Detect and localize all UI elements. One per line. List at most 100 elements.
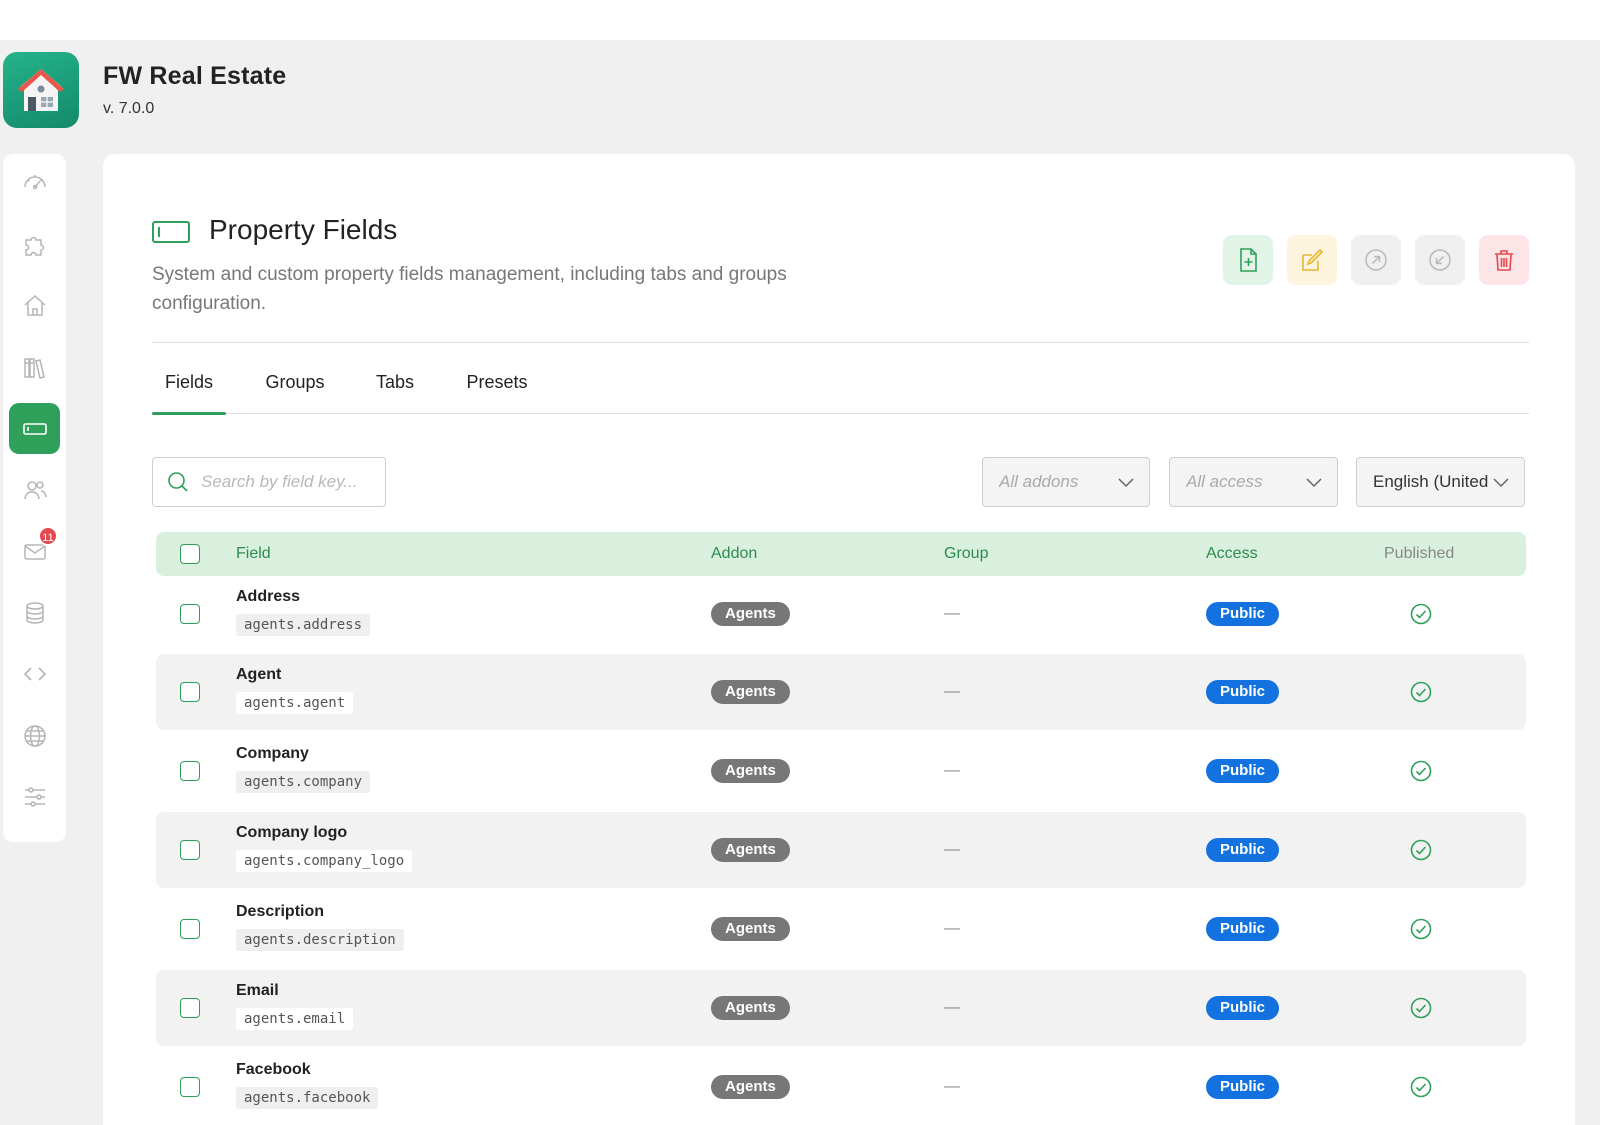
add-field-button[interactable] [1223, 235, 1273, 285]
table-row[interactable]: Address agents.address Agents — Public [156, 576, 1526, 652]
group-value: — [944, 1078, 960, 1095]
edit-icon [1302, 248, 1324, 271]
tab-fields[interactable]: Fields [152, 364, 226, 415]
sidebar-item-languages[interactable] [9, 710, 60, 761]
access-badge: Public [1206, 680, 1280, 704]
field-input-icon [152, 221, 190, 243]
tab-groups[interactable]: Groups [256, 364, 334, 414]
group-value: — [944, 999, 960, 1016]
sliders-icon [24, 786, 45, 807]
table-row[interactable]: Facebook agents.facebook Agents — Public [156, 1049, 1526, 1125]
addon-badge: Agents [711, 1075, 790, 1099]
sidebar-item-agents[interactable] [9, 464, 60, 515]
published-check-icon[interactable] [1410, 1076, 1432, 1098]
row-checkbox[interactable] [180, 682, 200, 702]
users-icon [23, 480, 47, 499]
tab-tabs[interactable]: Tabs [366, 364, 424, 414]
globe-icon [23, 724, 46, 747]
search-icon [168, 472, 188, 492]
column-header-addon[interactable]: Addon [711, 532, 757, 576]
row-checkbox[interactable] [180, 840, 200, 860]
import-button[interactable] [1415, 235, 1465, 285]
group-value: — [944, 762, 960, 779]
search-box [152, 457, 386, 507]
home-icon [23, 294, 46, 316]
sidebar-item-fields[interactable] [9, 403, 60, 454]
field-name[interactable]: Email [236, 982, 279, 1000]
select-all-checkbox[interactable] [180, 544, 200, 564]
search-input[interactable] [201, 472, 381, 492]
field-name[interactable]: Facebook [236, 1061, 311, 1079]
column-header-field[interactable]: Field [236, 532, 271, 576]
field-name[interactable]: Agent [236, 666, 281, 684]
row-checkbox[interactable] [180, 761, 200, 781]
access-badge: Public [1206, 917, 1280, 941]
delete-button[interactable] [1479, 235, 1529, 285]
published-check-icon[interactable] [1410, 839, 1432, 861]
export-button[interactable] [1351, 235, 1401, 285]
column-header-group[interactable]: Group [944, 532, 988, 576]
published-check-icon[interactable] [1410, 918, 1432, 940]
language-select[interactable]: English (United States) [1356, 457, 1525, 507]
table-row[interactable]: Company logo agents.company_logo Agents … [156, 812, 1526, 888]
access-badge: Public [1206, 838, 1280, 862]
addon-filter-select[interactable]: All addons [982, 457, 1150, 507]
export-arrow-icon [1365, 249, 1387, 271]
database-icon [25, 601, 44, 624]
tab-presets[interactable]: Presets [460, 364, 534, 414]
sidebar-item-library[interactable] [9, 342, 60, 393]
addon-badge: Agents [711, 917, 790, 941]
published-check-icon[interactable] [1410, 997, 1432, 1019]
access-filter-select[interactable]: All access [1169, 457, 1338, 507]
field-key: agents.facebook [236, 1087, 379, 1109]
sidebar-item-dashboard[interactable] [9, 156, 60, 207]
table-row[interactable]: Description agents.description Agents — … [156, 891, 1526, 967]
row-checkbox[interactable] [180, 604, 200, 624]
column-header-access[interactable]: Access [1206, 532, 1258, 576]
sidebar-item-addons[interactable] [9, 219, 60, 270]
app-title: FW Real Estate [103, 62, 287, 90]
edit-button[interactable] [1287, 235, 1337, 285]
column-header-published[interactable]: Published [1384, 532, 1454, 576]
chevron-down-icon [1306, 478, 1322, 488]
sidebar-item-messages[interactable]: 11 [9, 526, 60, 577]
field-name[interactable]: Company [236, 745, 309, 763]
addon-filter-value: All addons [999, 472, 1079, 491]
field-name[interactable]: Address [236, 588, 300, 606]
sidebar-item-code[interactable] [9, 648, 60, 699]
header-divider [152, 342, 1529, 343]
table-row[interactable]: Email agents.email Agents — Public [156, 970, 1526, 1046]
field-key: agents.email [236, 1008, 354, 1030]
toolbar-actions [1223, 235, 1529, 285]
row-checkbox[interactable] [180, 998, 200, 1018]
row-checkbox[interactable] [180, 1077, 200, 1097]
table-row[interactable]: Company agents.company Agents — Public [156, 733, 1526, 809]
file-add-icon [1240, 248, 1257, 272]
published-check-icon[interactable] [1410, 760, 1432, 782]
field-key: agents.company_logo [236, 850, 413, 872]
addon-badge: Agents [711, 838, 790, 862]
sidebar-item-properties[interactable] [9, 280, 60, 331]
library-icon [23, 357, 45, 379]
chevron-down-icon [1118, 478, 1134, 488]
row-checkbox[interactable] [180, 919, 200, 939]
house-logo-icon [3, 52, 79, 128]
puzzle-icon [24, 236, 44, 256]
sidebar: 11 [3, 154, 66, 842]
main-panel: Property Fields System and custom proper… [103, 154, 1575, 1125]
language-value: English (United States) [1373, 472, 1490, 491]
page-description: System and custom property fields manage… [152, 264, 787, 314]
field-name[interactable]: Description [236, 903, 324, 921]
access-badge: Public [1206, 602, 1280, 626]
access-badge: Public [1206, 996, 1280, 1020]
field-name[interactable]: Company logo [236, 824, 347, 842]
chevron-down-icon [1493, 478, 1509, 488]
published-check-icon[interactable] [1410, 681, 1432, 703]
dashboard-gauge-icon [23, 174, 46, 189]
table-row[interactable]: Agent agents.agent Agents — Public [156, 654, 1526, 730]
sidebar-item-database[interactable] [9, 587, 60, 638]
published-check-icon[interactable] [1410, 603, 1432, 625]
sidebar-item-settings[interactable] [9, 771, 60, 822]
group-value: — [944, 605, 960, 622]
access-badge: Public [1206, 759, 1280, 783]
